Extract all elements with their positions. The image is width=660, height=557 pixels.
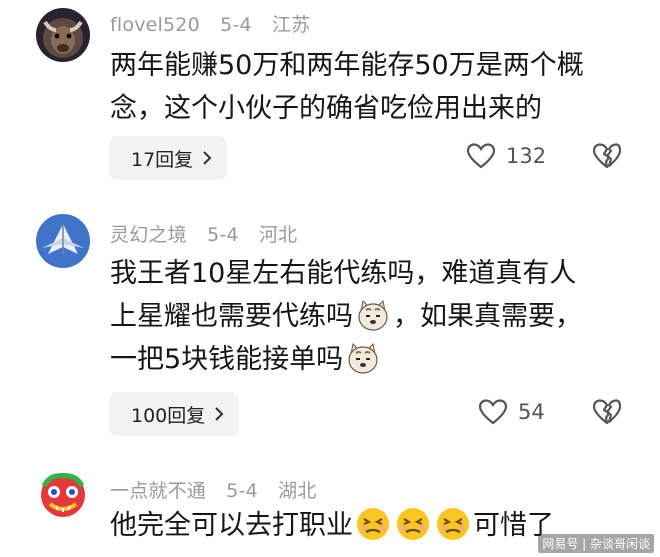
comment-text: 我王者10星左右能代练吗，难道真有人 上星耀也需要代练吗 ，如果真需要， 一把5… [110, 252, 632, 381]
chevron-right-icon [203, 151, 212, 165]
comment-text-line: 上星耀也需要代练吗 ，如果真需要， [110, 295, 632, 338]
reply-button[interactable]: 17回复 [109, 136, 228, 180]
persevering-face-emoji-icon [437, 508, 469, 540]
comment-text-part: 一把5块钱能接单吗 [110, 344, 344, 375]
broken-heart-icon [592, 143, 622, 169]
cat-face-emoji-icon [348, 342, 378, 374]
comment-date: 5-4 [226, 480, 258, 502]
watermark: 网易号 | 杂谈哥闲谈 [538, 534, 654, 553]
comment-date: 5-4 [220, 14, 252, 36]
comment-location: 河北 [258, 224, 298, 246]
persevering-face-emoji-icon [397, 508, 429, 540]
comment-text-part: 上星耀也需要代练吗 [110, 301, 353, 332]
comment-text-line: 两年能赚50万和两年能存50万是两个概 [110, 50, 584, 81]
username[interactable]: 灵幻之境 [110, 224, 187, 246]
reply-button[interactable]: 100回复 [109, 392, 240, 436]
user-avatar[interactable] [36, 214, 90, 268]
user-avatar[interactable] [36, 468, 90, 522]
comment-text-line: 我王者10星左右能代练吗，难道真有人 [110, 258, 577, 289]
comment-text-part: 他完全可以去打职业 [110, 510, 353, 541]
comment-location: 湖北 [278, 480, 317, 502]
username[interactable]: flovel520 [110, 14, 200, 36]
dislike-button[interactable] [592, 398, 622, 430]
heart-icon [478, 399, 508, 425]
comment-text-line: 一把5块钱能接单吗 [110, 338, 632, 381]
like-count: 132 [506, 144, 547, 168]
user-avatar[interactable] [36, 8, 90, 62]
comment-meta: flovel520 5-4 江苏 [110, 10, 324, 37]
comment-text-part: ，如果真需要， [393, 301, 582, 332]
bull-avatar-icon [36, 8, 90, 62]
jet-avatar-icon [36, 214, 90, 268]
reply-label: 100回复 [131, 404, 206, 427]
dislike-button[interactable] [592, 142, 622, 174]
broken-heart-icon [592, 399, 622, 425]
comment-text: 两年能赚50万和两年能存50万是两个概 念，这个小伙子的确省吃俭用出来的 [110, 44, 632, 130]
comment-text-line: 念，这个小伙子的确省吃俭用出来的 [110, 93, 542, 124]
persevering-face-emoji-icon [357, 508, 389, 540]
like-count: 54 [518, 400, 545, 424]
like-button[interactable]: 132 [466, 142, 546, 170]
reply-label: 17回复 [131, 148, 194, 171]
lion-dance-avatar-icon [36, 468, 90, 522]
like-button[interactable]: 54 [478, 398, 545, 426]
comment-location: 江苏 [272, 14, 311, 36]
username[interactable]: 一点就不通 [110, 480, 206, 502]
comment-date: 5-4 [207, 224, 239, 246]
heart-icon [466, 143, 496, 169]
comment-meta: 灵幻之境 5-4 河北 [110, 220, 311, 247]
chevron-right-icon [215, 407, 224, 421]
cat-face-emoji-icon [358, 299, 388, 331]
comment-meta: 一点就不通 5-4 湖北 [110, 476, 331, 503]
